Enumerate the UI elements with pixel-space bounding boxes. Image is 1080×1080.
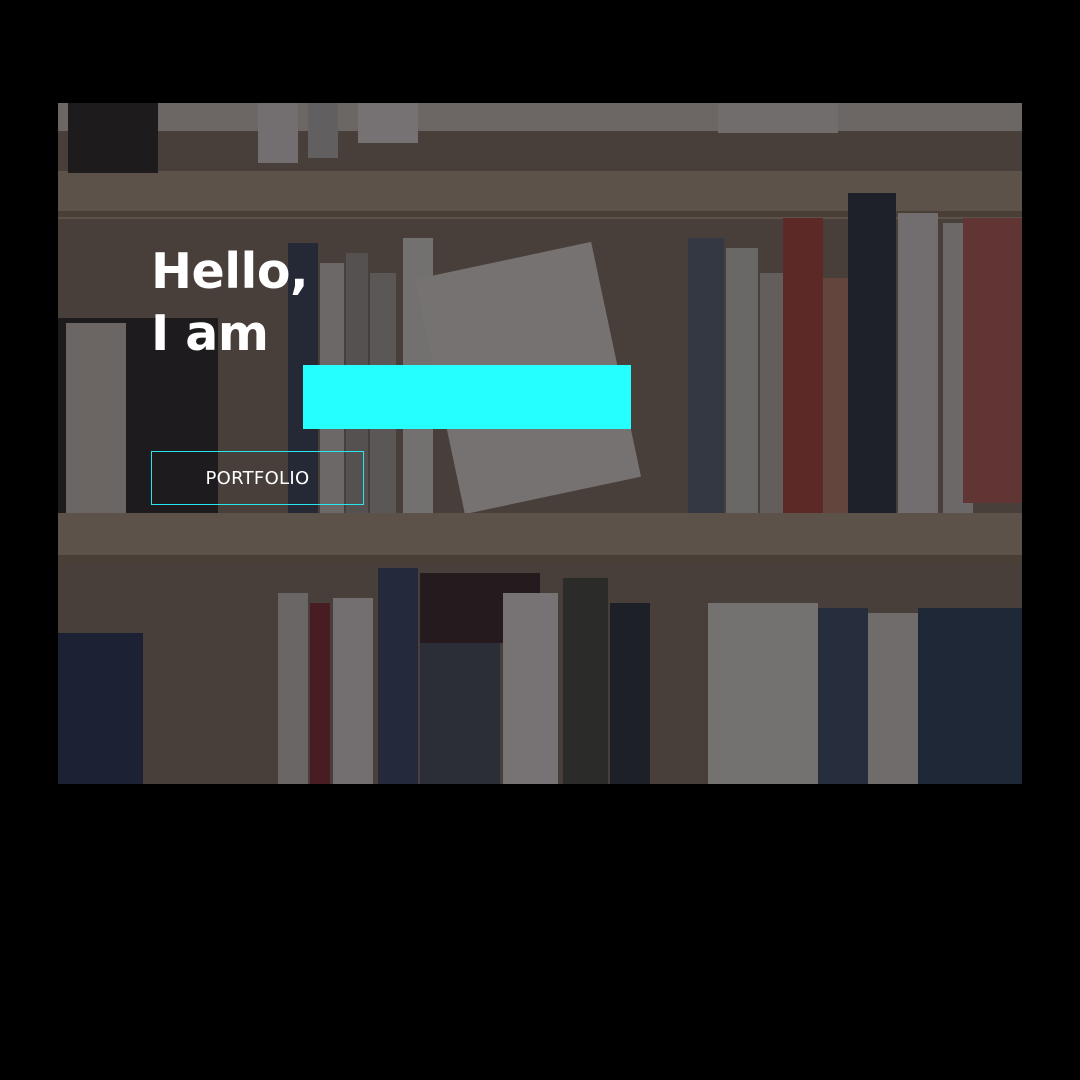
greeting-line-2: I am xyxy=(151,305,269,362)
hero-section: Hello, I am PORTFOLIO xyxy=(58,103,1022,784)
greeting-line-1: Hello, xyxy=(151,243,309,300)
name-highlight-block xyxy=(303,365,631,429)
page: Hello, I am PORTFOLIO xyxy=(0,0,1080,1080)
portfolio-button[interactable]: PORTFOLIO xyxy=(151,451,364,505)
hero-heading: Hello, I am xyxy=(151,241,309,365)
hero-content: Hello, I am PORTFOLIO xyxy=(151,241,631,505)
hero-dark-overlay xyxy=(58,103,1022,784)
